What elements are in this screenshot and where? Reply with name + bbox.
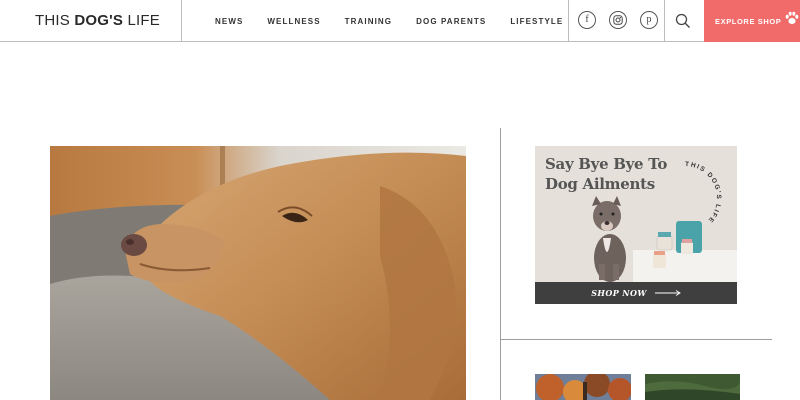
logo-text-part2: DOG'S (74, 12, 124, 29)
ad-headline-line2: Dog Ailments (545, 175, 655, 193)
shop-now-button[interactable]: SHOP NOW (535, 282, 737, 304)
sidebar-ad-banner[interactable]: THIS DOG'S LIFE Say Bye Bye To Dog Ailme… (535, 146, 737, 304)
golden-retriever-photo (50, 146, 466, 400)
search-icon[interactable] (674, 12, 692, 30)
sidebar-divider (500, 128, 501, 400)
nav-training[interactable]: TRAINING (345, 17, 392, 26)
instagram-icon[interactable] (609, 11, 627, 29)
header-divider (664, 0, 665, 42)
header-divider (181, 0, 182, 42)
nav-wellness[interactable]: WELLNESS (267, 17, 320, 26)
site-logo[interactable]: THIS DOG'S LIFE (35, 0, 160, 42)
explore-shop-button[interactable]: EXPLORE SHOP (704, 0, 800, 42)
instagram-glyph (613, 15, 623, 25)
ad-headline-line1: Say Bye Bye To (545, 155, 668, 173)
autumn-trees-photo (535, 374, 631, 400)
article-thumbnail[interactable] (645, 374, 740, 400)
paw-icon (785, 11, 799, 24)
logo-text-part1: THIS (35, 12, 75, 29)
pinterest-icon[interactable]: p (640, 11, 658, 29)
shop-now-label: SHOP NOW (591, 288, 647, 298)
site-header: THIS DOG'S LIFE NEWS WELLNESS TRAINING D… (0, 0, 800, 42)
logo-text-part3: LIFE (123, 12, 160, 29)
facebook-icon[interactable]: f (578, 11, 596, 29)
nav-dog-parents[interactable]: DOG PARENTS (416, 17, 486, 26)
header-divider (568, 0, 569, 42)
article-thumbnail[interactable] (535, 374, 631, 400)
ad-badge: THIS DOG'S LIFE (685, 161, 722, 225)
green-grass-photo (645, 374, 740, 400)
explore-shop-label: EXPLORE SHOP (715, 16, 782, 26)
pinterest-glyph: p (646, 14, 652, 25)
sidebar-separator (500, 339, 772, 340)
nav-lifestyle[interactable]: LIFESTYLE (510, 17, 563, 26)
main-nav: NEWS WELLNESS TRAINING DOG PARENTS LIFES… (200, 0, 587, 42)
ad-headline: Say Bye Bye To Dog Ailments (545, 154, 667, 194)
arrow-right-icon (654, 290, 681, 296)
nav-news[interactable]: NEWS (215, 17, 243, 26)
social-links: f p (578, 11, 658, 29)
facebook-glyph: f (585, 14, 589, 25)
hero-image[interactable] (50, 146, 466, 400)
